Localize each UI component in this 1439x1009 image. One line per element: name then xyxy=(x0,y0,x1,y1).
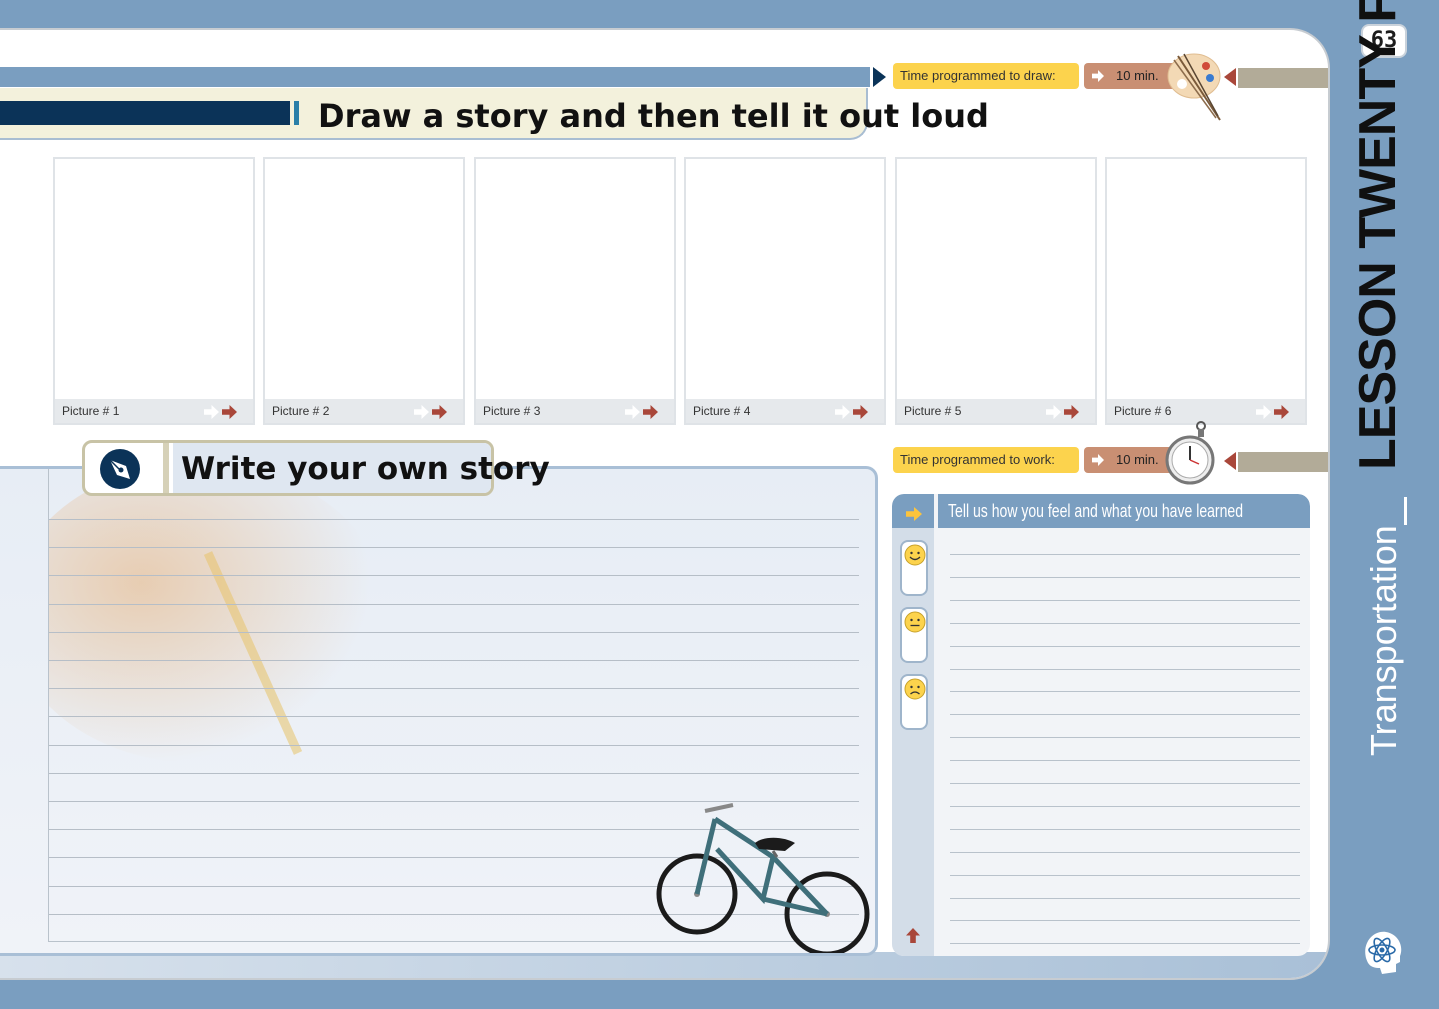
mood-sad-option[interactable] xyxy=(900,674,928,730)
lesson-topic: Transportation xyxy=(1363,525,1404,756)
neutral-face-icon xyxy=(904,611,926,633)
sad-face-icon xyxy=(904,678,926,700)
ruled-line xyxy=(950,622,1300,624)
ruled-line xyxy=(49,631,859,633)
ruled-line xyxy=(950,920,1300,922)
ruled-line xyxy=(49,688,859,690)
work-timer-marker xyxy=(1224,452,1236,470)
ruled-line xyxy=(49,660,859,661)
picture-panel[interactable]: Picture # 3 xyxy=(474,157,676,425)
happy-face-icon xyxy=(904,544,926,566)
arrow-right-icon xyxy=(1092,454,1104,466)
ruled-line xyxy=(950,897,1300,899)
pen-nib-icon xyxy=(100,449,140,489)
bicycle-illustration xyxy=(656,803,870,953)
ruled-line xyxy=(950,554,1300,555)
picture-panel[interactable]: Picture # 6 xyxy=(1105,157,1307,425)
header-accent-stripe xyxy=(294,101,299,125)
ruled-line xyxy=(950,668,1300,670)
ruled-line xyxy=(49,603,859,605)
draw-timer-marker xyxy=(1224,68,1236,86)
ruled-line xyxy=(950,874,1300,876)
ruled-line xyxy=(950,760,1300,762)
ruled-line xyxy=(49,547,859,549)
feedback-header-left xyxy=(892,494,934,528)
ruled-line xyxy=(49,519,859,520)
ruled-line xyxy=(950,645,1300,647)
stopwatch-icon xyxy=(1165,421,1215,485)
draw-timer-text: 10 min. xyxy=(1116,68,1159,83)
picture-panel[interactable]: Picture # 4 xyxy=(684,157,886,425)
mood-neutral-option[interactable] xyxy=(900,607,928,663)
feedback-box: Tell us how you feel and what you have l… xyxy=(892,494,1310,956)
ruled-line xyxy=(950,805,1300,807)
ruled-line xyxy=(950,599,1300,601)
ruled-line xyxy=(49,744,859,746)
mood-happy-option[interactable] xyxy=(900,540,928,596)
palette-brush-icon xyxy=(1167,53,1221,121)
ruled-line xyxy=(950,691,1300,693)
ruled-line xyxy=(49,575,859,577)
work-timer-bar xyxy=(1238,452,1328,472)
ruled-line xyxy=(49,772,859,774)
ruled-line xyxy=(950,943,1300,945)
ruled-line xyxy=(950,576,1300,578)
feedback-title: Tell us how you feel and what you have l… xyxy=(948,501,1244,521)
ruled-line xyxy=(950,851,1300,853)
section-title-write: Write your own story xyxy=(181,451,550,487)
atom-head-icon xyxy=(1365,931,1402,974)
work-timer-label: Time programmed to work: xyxy=(893,447,1079,473)
lesson-divider xyxy=(1404,497,1407,525)
feedback-lines[interactable] xyxy=(950,530,1300,950)
ruled-line xyxy=(950,737,1300,739)
header-accent-bar xyxy=(0,101,290,125)
section-title-draw: Draw a story and then tell it out loud xyxy=(318,97,989,135)
write-story-header: Write your own story xyxy=(82,440,550,496)
header-marker xyxy=(873,67,886,87)
arrow-right-icon xyxy=(1092,70,1104,82)
lesson-title: LESSON TWENTY FIVE xyxy=(1349,0,1407,470)
picture-panel[interactable]: Picture # 1 xyxy=(53,157,255,425)
ruled-line xyxy=(950,828,1300,830)
draw-timer-label: Time programmed to draw: xyxy=(893,63,1079,89)
ruled-line xyxy=(950,714,1300,716)
story-writing-area[interactable] xyxy=(0,466,878,956)
picture-panel[interactable]: Picture # 5 xyxy=(895,157,1097,425)
draw-timer-bar xyxy=(1238,68,1328,88)
work-timer-text: 10 min. xyxy=(1116,452,1159,467)
ruled-line xyxy=(49,716,859,718)
header-divider xyxy=(163,443,169,493)
picture-panel[interactable]: Picture # 2 xyxy=(263,157,465,425)
header-top-bar xyxy=(0,67,870,87)
ruled-line xyxy=(950,783,1300,784)
